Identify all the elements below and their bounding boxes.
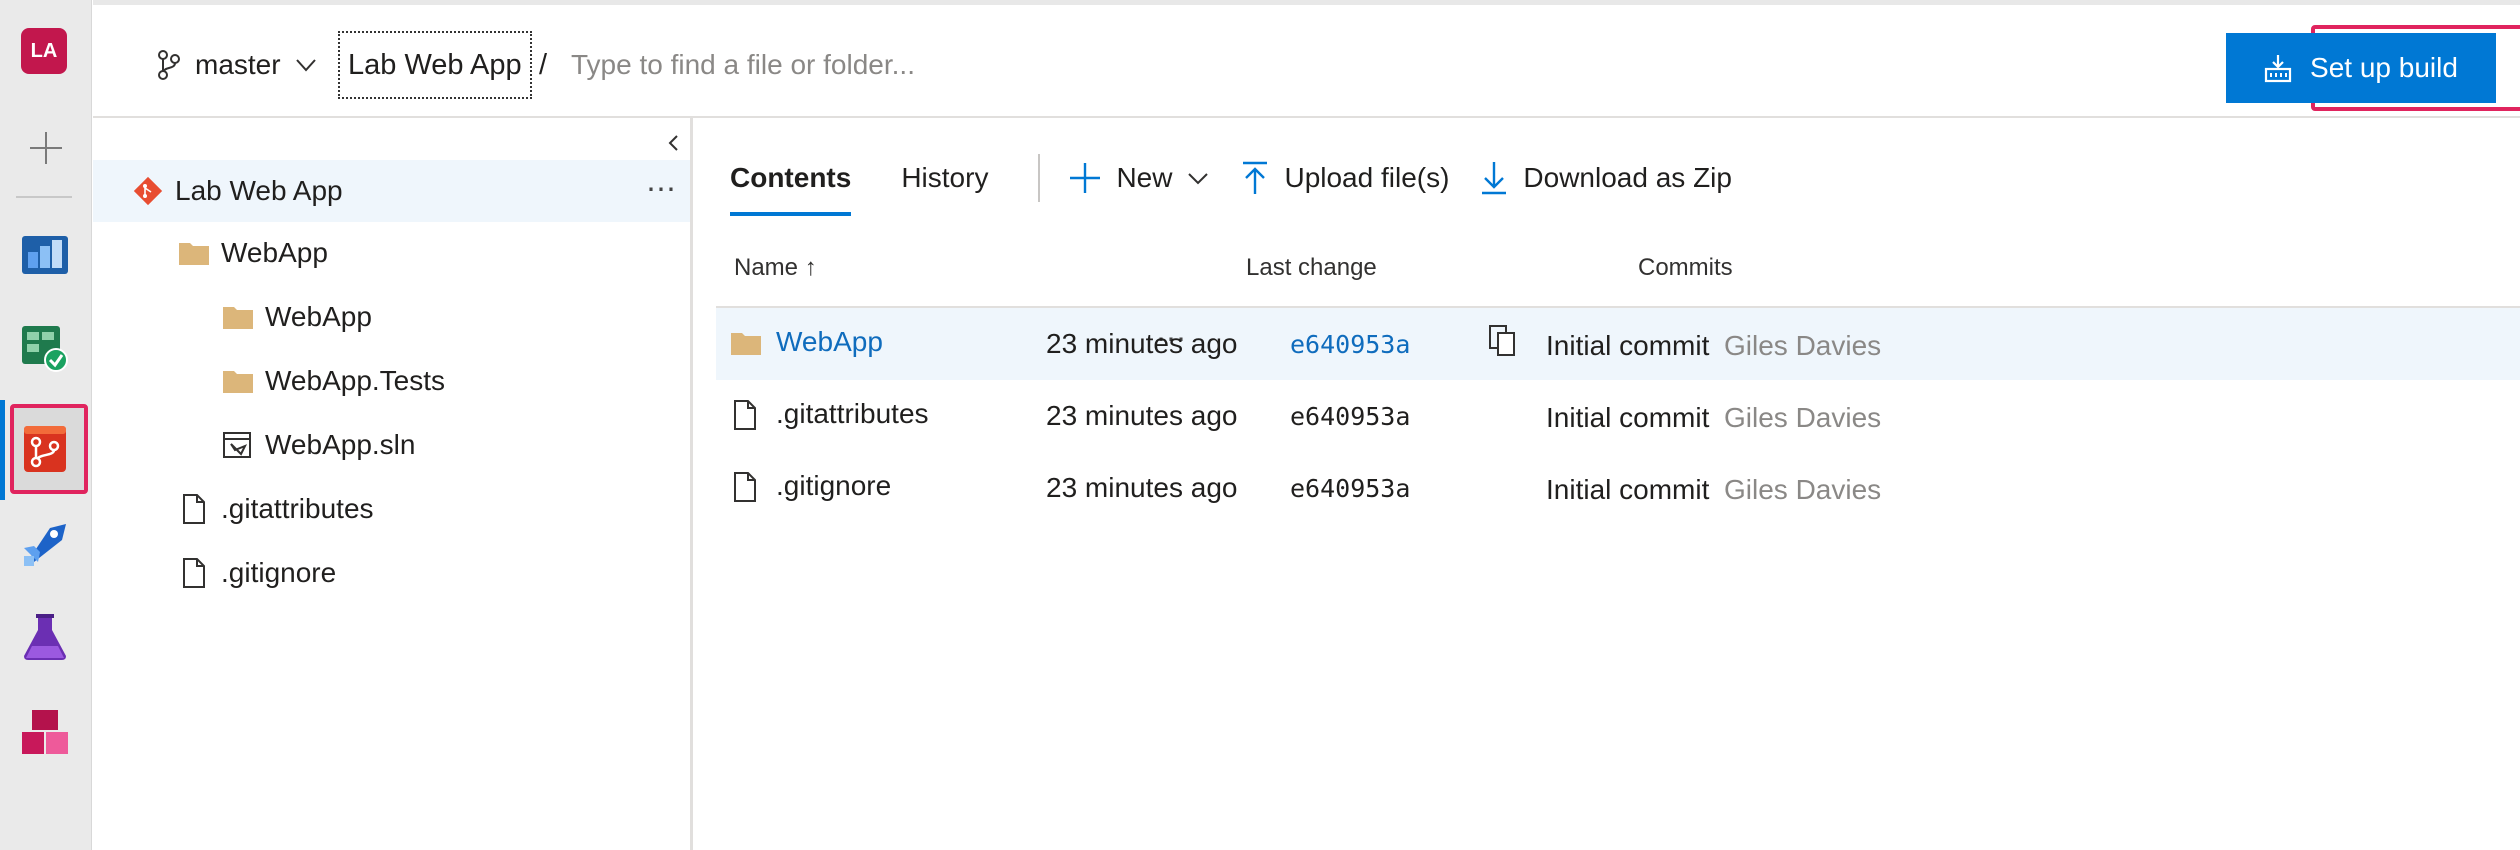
tab-contents[interactable]: Contents: [730, 148, 852, 216]
commit-message: Initial commit: [1546, 330, 1710, 361]
tree-root-label: Lab Web App: [175, 175, 343, 206]
last-change: 23 minutes ago: [1046, 472, 1238, 503]
top-bar: master Lab Web App / Set up build: [93, 0, 2520, 118]
commit-message: Initial commit: [1546, 402, 1710, 433]
download-zip-button[interactable]: Download as Zip: [1479, 160, 1732, 196]
folder-icon: [223, 307, 253, 329]
project-avatar[interactable]: LA: [21, 28, 67, 74]
contents-panel: Contents History New Upload file(s) Down…: [696, 118, 2520, 850]
path-separator: /: [539, 49, 548, 81]
file-name-link[interactable]: .gitattributes: [776, 398, 929, 430]
file-icon: [734, 472, 756, 502]
chevron-down-icon: [1188, 173, 1209, 185]
commit-message: Initial commit: [1546, 474, 1710, 505]
solution-file-icon: [223, 432, 251, 458]
folder-icon: [223, 371, 253, 393]
new-label: New: [1116, 162, 1173, 193]
more-options-icon[interactable]: ⋯: [646, 172, 678, 207]
new-button[interactable]: New: [1068, 161, 1210, 195]
commit-author: Giles Davies: [1724, 330, 1882, 361]
commit-author: Giles Davies: [1724, 474, 1882, 505]
commit-id-link[interactable]: e640953a: [1290, 330, 1410, 359]
tree-item-label: .gitignore: [221, 557, 337, 588]
branch-selector[interactable]: master: [155, 45, 319, 85]
git-repo-icon: [133, 176, 163, 206]
set-up-build-button[interactable]: Set up build: [2226, 33, 2496, 103]
tree-item[interactable]: .gitattributes: [93, 478, 690, 540]
last-change: 23 minutes ago: [1046, 328, 1238, 359]
file-name-link[interactable]: WebApp: [776, 326, 883, 358]
commit-id[interactable]: e640953a: [1290, 402, 1410, 431]
artifacts-icon[interactable]: [20, 708, 70, 758]
table-row[interactable]: .gitattributes 23 minutes ago e640953a I…: [716, 380, 2520, 452]
upload-icon: [1243, 161, 1268, 194]
tree-item[interactable]: WebApp: [93, 222, 690, 284]
tree-item-label: WebApp.Tests: [265, 365, 446, 396]
branch-name: master: [195, 49, 281, 80]
build-icon: [2264, 55, 2292, 83]
last-change: 23 minutes ago: [1046, 400, 1238, 431]
commit-id[interactable]: e640953a: [1290, 474, 1410, 503]
tree-item-label: WebApp: [265, 301, 372, 332]
file-icon: [183, 558, 205, 588]
test-plans-icon[interactable]: [20, 322, 70, 372]
toolbar: Contents History New Upload file(s) Down…: [730, 148, 1762, 216]
test-icon[interactable]: [20, 612, 70, 662]
file-tree-panel: Lab Web App ⋯ WebApp WebApp WebApp.Tests…: [93, 118, 693, 850]
folder-icon: [731, 333, 761, 355]
tab-history[interactable]: History: [901, 148, 988, 208]
nav-rail: LA: [0, 0, 92, 850]
tree-item[interactable]: WebApp.Tests: [93, 350, 690, 412]
chevron-down-icon: [295, 59, 316, 72]
plus-icon: [1070, 163, 1101, 193]
repos-icon[interactable]: [20, 424, 70, 474]
branch-icon: [158, 50, 180, 80]
repo-breadcrumb[interactable]: Lab Web App: [338, 31, 532, 99]
download-icon: [1482, 162, 1507, 195]
column-header-name[interactable]: Name ↑: [734, 254, 817, 282]
set-up-build-label: Set up build: [2310, 52, 2458, 83]
tree-item-label: .gitattributes: [221, 493, 374, 524]
commit-author: Giles Davies: [1724, 402, 1882, 433]
upload-label: Upload file(s): [1284, 162, 1450, 193]
folder-icon: [179, 243, 209, 265]
tree-item-label: WebApp: [221, 237, 328, 268]
download-label: Download as Zip: [1523, 162, 1732, 193]
tree-item[interactable]: WebApp.sln: [93, 414, 690, 476]
toolbar-divider: [1038, 154, 1041, 202]
table-row[interactable]: .gitignore 23 minutes ago e640953a Initi…: [716, 452, 2520, 524]
boards-icon[interactable]: [20, 228, 70, 278]
file-icon: [183, 494, 205, 524]
table-row[interactable]: WebApp ⋯ 23 minutes ago e640953a Initial…: [716, 308, 2520, 380]
copy-icon[interactable]: [1488, 324, 1518, 358]
tree-item-label: WebApp.sln: [265, 429, 416, 460]
upload-files-button[interactable]: Upload file(s): [1240, 160, 1449, 196]
column-header-commits[interactable]: Commits: [1638, 254, 1733, 282]
tree-root-repo[interactable]: Lab Web App ⋯: [93, 160, 690, 222]
selected-indicator: [0, 400, 5, 500]
pipelines-icon[interactable]: [20, 518, 70, 568]
collapse-panel-icon[interactable]: [659, 128, 689, 158]
file-icon: [734, 400, 756, 430]
rail-divider: [16, 196, 72, 198]
new-project-plus-icon[interactable]: [26, 128, 66, 168]
column-header-last-change[interactable]: Last change: [1246, 254, 1377, 282]
tree-item[interactable]: .gitignore: [93, 542, 690, 604]
file-name-link[interactable]: .gitignore: [776, 470, 891, 502]
path-search-input[interactable]: [563, 35, 1263, 95]
tree-item[interactable]: WebApp: [93, 286, 690, 348]
